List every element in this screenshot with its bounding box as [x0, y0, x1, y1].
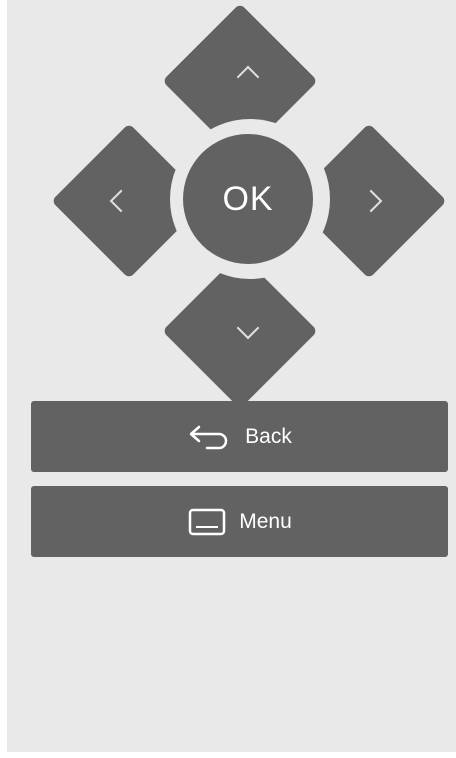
- menu-button[interactable]: Menu: [31, 486, 448, 557]
- back-button[interactable]: Back: [31, 401, 448, 472]
- menu-button-label: Menu: [239, 509, 292, 533]
- ok-button-label: OK: [222, 179, 274, 218]
- menu-screen-icon: [187, 507, 227, 537]
- back-arrow-icon: [187, 421, 233, 453]
- remote-screen: OK Back Menu: [7, 0, 456, 752]
- dpad: OK: [7, 0, 456, 409]
- ok-button[interactable]: OK: [183, 134, 313, 264]
- back-button-label: Back: [245, 424, 292, 448]
